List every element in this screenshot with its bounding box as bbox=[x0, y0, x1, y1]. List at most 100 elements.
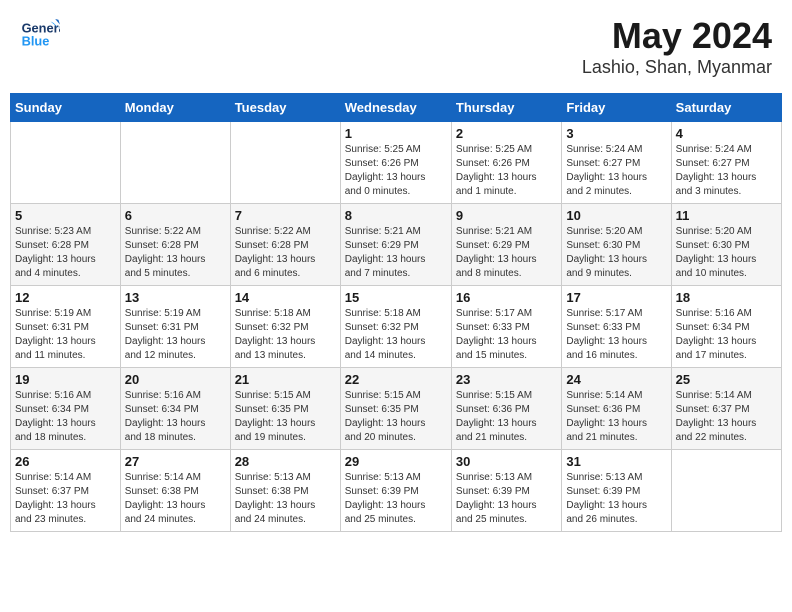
day-info: Sunrise: 5:17 AMSunset: 6:33 PMDaylight:… bbox=[566, 307, 666, 363]
logo-icon: General Blue bbox=[20, 15, 60, 55]
logo: General Blue bbox=[20, 15, 60, 55]
day-number: 18 bbox=[676, 290, 777, 305]
day-number: 12 bbox=[15, 290, 116, 305]
day-info: Sunrise: 5:14 AMSunset: 6:36 PMDaylight:… bbox=[566, 389, 666, 445]
page-subtitle: Lashio, Shan, Myanmar bbox=[582, 57, 772, 78]
day-info: Sunrise: 5:15 AMSunset: 6:35 PMDaylight:… bbox=[345, 389, 447, 445]
day-number: 5 bbox=[15, 208, 116, 223]
day-number: 7 bbox=[235, 208, 336, 223]
day-number: 20 bbox=[125, 372, 226, 387]
day-number: 27 bbox=[125, 454, 226, 469]
weekday-header: Saturday bbox=[671, 94, 781, 122]
day-info: Sunrise: 5:24 AMSunset: 6:27 PMDaylight:… bbox=[676, 143, 777, 199]
title-block: May 2024 Lashio, Shan, Myanmar bbox=[582, 15, 772, 78]
calendar-cell: 17 Sunrise: 5:17 AMSunset: 6:33 PMDayligh… bbox=[562, 286, 671, 368]
svg-text:Blue: Blue bbox=[22, 33, 50, 48]
day-number: 21 bbox=[235, 372, 336, 387]
day-number: 1 bbox=[345, 126, 447, 141]
calendar-cell: 15 Sunrise: 5:18 AMSunset: 6:32 PMDayligh… bbox=[340, 286, 451, 368]
day-info: Sunrise: 5:18 AMSunset: 6:32 PMDaylight:… bbox=[345, 307, 447, 363]
day-number: 14 bbox=[235, 290, 336, 305]
day-info: Sunrise: 5:16 AMSunset: 6:34 PMDaylight:… bbox=[15, 389, 116, 445]
calendar-cell: 2Sunrise: 5:25 AMSunset: 6:26 PMDaylight… bbox=[451, 122, 561, 204]
day-number: 2 bbox=[456, 126, 557, 141]
page-header: General Blue May 2024 Lashio, Shan, Myan… bbox=[10, 10, 782, 83]
day-info: Sunrise: 5:20 AMSunset: 6:30 PMDaylight:… bbox=[566, 225, 666, 281]
weekday-header-row: SundayMondayTuesdayWednesdayThursdayFrid… bbox=[11, 94, 782, 122]
day-info: Sunrise: 5:14 AMSunset: 6:37 PMDaylight:… bbox=[15, 471, 116, 527]
day-number: 15 bbox=[345, 290, 447, 305]
calendar-cell: 23Sunrise: 5:15 AMSunset: 6:36 PMDayligh… bbox=[451, 368, 561, 450]
weekday-header: Sunday bbox=[11, 94, 121, 122]
calendar-cell: 18 Sunrise: 5:16 AMSunset: 6:34 PMDayligh… bbox=[671, 286, 781, 368]
weekday-header: Monday bbox=[120, 94, 230, 122]
day-info: Sunrise: 5:20 AMSunset: 6:30 PMDaylight:… bbox=[676, 225, 777, 281]
day-info: Sunrise: 5:15 AMSunset: 6:35 PMDaylight:… bbox=[235, 389, 336, 445]
day-number: 26 bbox=[15, 454, 116, 469]
weekday-header: Thursday bbox=[451, 94, 561, 122]
calendar-cell: 30Sunrise: 5:13 AMSunset: 6:39 PMDayligh… bbox=[451, 450, 561, 532]
calendar-cell: 16 Sunrise: 5:17 AMSunset: 6:33 PMDayligh… bbox=[451, 286, 561, 368]
calendar-cell: 20 Sunrise: 5:16 AMSunset: 6:34 PMDayligh… bbox=[120, 368, 230, 450]
calendar-week-row: 5 Sunrise: 5:23 AMSunset: 6:28 PMDaylight… bbox=[11, 204, 782, 286]
calendar-cell: 7 Sunrise: 5:22 AMSunset: 6:28 PMDaylight… bbox=[230, 204, 340, 286]
day-number: 19 bbox=[15, 372, 116, 387]
day-number: 16 bbox=[456, 290, 557, 305]
calendar-cell: 24Sunrise: 5:14 AMSunset: 6:36 PMDayligh… bbox=[562, 368, 671, 450]
calendar-cell: 8 Sunrise: 5:21 AMSunset: 6:29 PMDaylight… bbox=[340, 204, 451, 286]
calendar-cell bbox=[671, 450, 781, 532]
calendar-week-row: 1 Sunrise: 5:25 AMSunset: 6:26 PMDaylight… bbox=[11, 122, 782, 204]
day-info: Sunrise: 5:23 AMSunset: 6:28 PMDaylight:… bbox=[15, 225, 116, 281]
calendar-table: SundayMondayTuesdayWednesdayThursdayFrid… bbox=[10, 93, 782, 532]
calendar-cell: 13 Sunrise: 5:19 AMSunset: 6:31 PMDayligh… bbox=[120, 286, 230, 368]
calendar-cell: 29Sunrise: 5:13 AMSunset: 6:39 PMDayligh… bbox=[340, 450, 451, 532]
day-number: 3 bbox=[566, 126, 666, 141]
calendar-week-row: 12 Sunrise: 5:19 AMSunset: 6:31 PMDayligh… bbox=[11, 286, 782, 368]
day-info: Sunrise: 5:25 AMSunset: 6:26 PMDaylight:… bbox=[345, 143, 447, 199]
day-info: Sunrise: 5:22 AMSunset: 6:28 PMDaylight:… bbox=[125, 225, 226, 281]
day-info: Sunrise: 5:14 AMSunset: 6:38 PMDaylight:… bbox=[125, 471, 226, 527]
calendar-cell: 25 Sunrise: 5:14 AMSunset: 6:37 PMDayligh… bbox=[671, 368, 781, 450]
day-info: Sunrise: 5:14 AMSunset: 6:37 PMDaylight:… bbox=[676, 389, 777, 445]
day-info: Sunrise: 5:22 AMSunset: 6:28 PMDaylight:… bbox=[235, 225, 336, 281]
weekday-header: Tuesday bbox=[230, 94, 340, 122]
calendar-week-row: 26 Sunrise: 5:14 AMSunset: 6:37 PMDayligh… bbox=[11, 450, 782, 532]
day-number: 23 bbox=[456, 372, 557, 387]
calendar-cell: 19 Sunrise: 5:16 AMSunset: 6:34 PMDayligh… bbox=[11, 368, 121, 450]
day-info: Sunrise: 5:17 AMSunset: 6:33 PMDaylight:… bbox=[456, 307, 557, 363]
day-number: 8 bbox=[345, 208, 447, 223]
day-number: 30 bbox=[456, 454, 557, 469]
weekday-header: Wednesday bbox=[340, 94, 451, 122]
calendar-cell: 4 Sunrise: 5:24 AMSunset: 6:27 PMDaylight… bbox=[671, 122, 781, 204]
day-info: Sunrise: 5:21 AMSunset: 6:29 PMDaylight:… bbox=[456, 225, 557, 281]
day-number: 6 bbox=[125, 208, 226, 223]
day-info: Sunrise: 5:19 AMSunset: 6:31 PMDaylight:… bbox=[15, 307, 116, 363]
day-info: Sunrise: 5:16 AMSunset: 6:34 PMDaylight:… bbox=[676, 307, 777, 363]
calendar-cell: 27 Sunrise: 5:14 AMSunset: 6:38 PMDayligh… bbox=[120, 450, 230, 532]
calendar-cell: 10 Sunrise: 5:20 AMSunset: 6:30 PMDayligh… bbox=[562, 204, 671, 286]
day-number: 13 bbox=[125, 290, 226, 305]
day-info: Sunrise: 5:13 AMSunset: 6:38 PMDaylight:… bbox=[235, 471, 336, 527]
day-number: 17 bbox=[566, 290, 666, 305]
calendar-cell bbox=[230, 122, 340, 204]
day-info: Sunrise: 5:19 AMSunset: 6:31 PMDaylight:… bbox=[125, 307, 226, 363]
calendar-cell: 9 Sunrise: 5:21 AMSunset: 6:29 PMDaylight… bbox=[451, 204, 561, 286]
day-number: 25 bbox=[676, 372, 777, 387]
calendar-cell: 14 Sunrise: 5:18 AMSunset: 6:32 PMDayligh… bbox=[230, 286, 340, 368]
day-number: 11 bbox=[676, 208, 777, 223]
day-info: Sunrise: 5:18 AMSunset: 6:32 PMDaylight:… bbox=[235, 307, 336, 363]
page-title: May 2024 bbox=[582, 15, 772, 57]
day-info: Sunrise: 5:21 AMSunset: 6:29 PMDaylight:… bbox=[345, 225, 447, 281]
day-number: 31 bbox=[566, 454, 666, 469]
day-number: 22 bbox=[345, 372, 447, 387]
calendar-cell: 6 Sunrise: 5:22 AMSunset: 6:28 PMDaylight… bbox=[120, 204, 230, 286]
weekday-header: Friday bbox=[562, 94, 671, 122]
calendar-cell: 28 Sunrise: 5:13 AMSunset: 6:38 PMDayligh… bbox=[230, 450, 340, 532]
calendar-cell: 11 Sunrise: 5:20 AMSunset: 6:30 PMDayligh… bbox=[671, 204, 781, 286]
day-info: Sunrise: 5:16 AMSunset: 6:34 PMDaylight:… bbox=[125, 389, 226, 445]
calendar-week-row: 19 Sunrise: 5:16 AMSunset: 6:34 PMDayligh… bbox=[11, 368, 782, 450]
day-number: 10 bbox=[566, 208, 666, 223]
day-number: 4 bbox=[676, 126, 777, 141]
day-number: 9 bbox=[456, 208, 557, 223]
day-number: 28 bbox=[235, 454, 336, 469]
